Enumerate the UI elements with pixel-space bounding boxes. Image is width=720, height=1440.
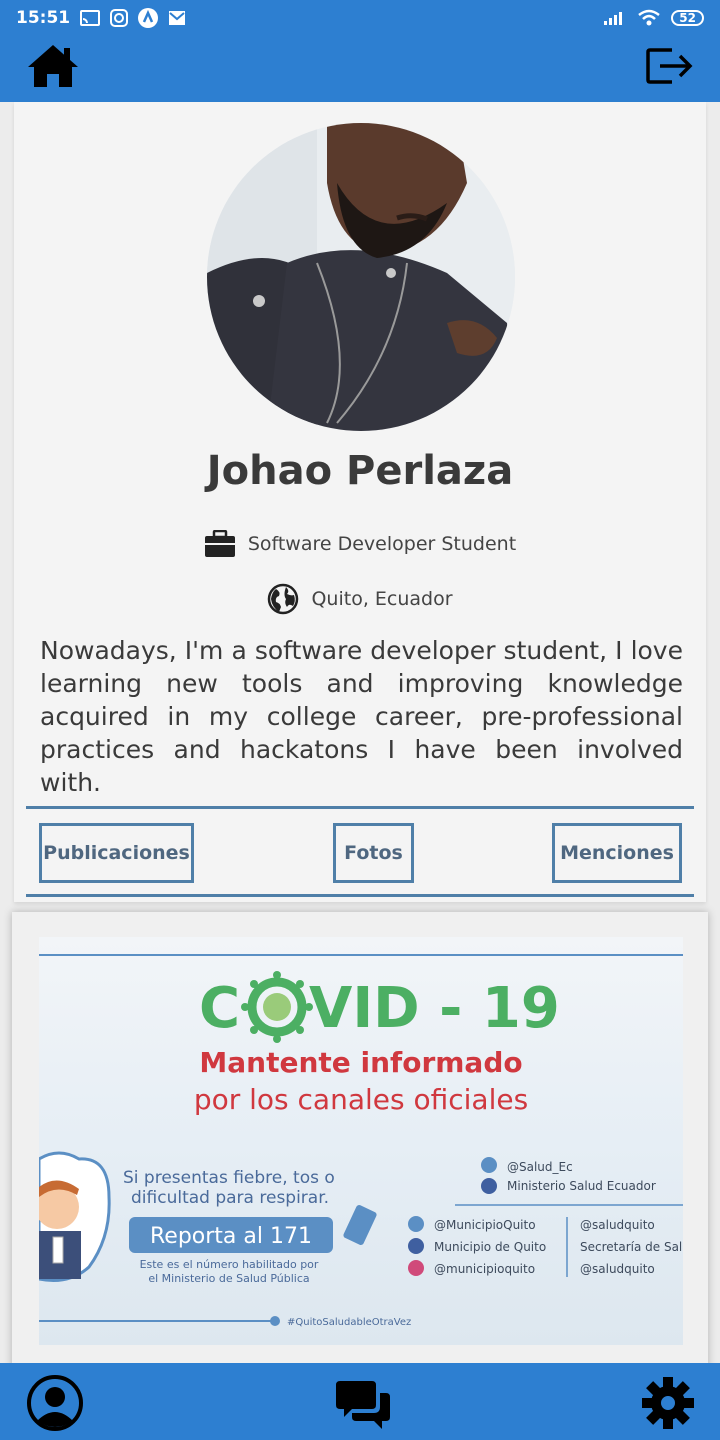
poster-subheadline: por los canales oficiales: [194, 1083, 528, 1116]
twitter-health: @saludquito: [580, 1218, 655, 1232]
covid-title-rest: VID - 19: [309, 976, 560, 1041]
report-label: Reporta al 171: [150, 1224, 312, 1249]
post-card: C VID - 19 Mantente informado por los ca…: [12, 912, 708, 1372]
facebook-city: Municipio de Quito: [434, 1240, 546, 1254]
tab-menciones[interactable]: Menciones: [552, 823, 682, 883]
phone-icon: [343, 1205, 377, 1245]
profile-name: Johao Perlaza: [206, 448, 514, 494]
facebook-icon: [408, 1238, 424, 1254]
child-illustration: [39, 1151, 111, 1282]
instagram-icon: [110, 9, 129, 27]
profile-avatar[interactable]: [207, 123, 515, 431]
instagram-icon: [408, 1260, 424, 1276]
status-bar: 15:51 52: [0, 0, 720, 36]
covid-title-c: C: [199, 976, 240, 1041]
instagram-health: @saludquito: [580, 1262, 655, 1276]
virus-icon: [241, 971, 313, 1043]
home-button[interactable]: [26, 42, 80, 90]
battery-indicator: 52: [671, 10, 704, 26]
nav-profile-button[interactable]: [25, 1375, 85, 1431]
post-image[interactable]: C VID - 19 Mantente informado por los ca…: [39, 937, 683, 1345]
user-circle-icon: [27, 1375, 83, 1431]
report-note-line1: Este es el número habilitado por: [140, 1258, 319, 1271]
mail-icon: [169, 11, 186, 25]
wifi-icon: [638, 9, 661, 26]
logout-icon: [646, 48, 693, 84]
home-icon: [28, 45, 78, 87]
logout-button[interactable]: [644, 42, 696, 90]
profile-photo: [207, 123, 515, 431]
briefcase-icon: [204, 530, 235, 557]
symptoms-line2: dificultad para respirar.: [131, 1188, 329, 1208]
chat-icon: [336, 1381, 390, 1429]
profile-card: Johao Perlaza Software Developer Student…: [14, 102, 706, 902]
occupation-text: Software Developer Student: [247, 533, 517, 555]
symptoms-line1: Si presentas fiebre, tos o: [123, 1168, 335, 1188]
location-row: Quito, Ecuador: [14, 583, 706, 615]
nav-settings-button[interactable]: [638, 1375, 698, 1431]
tabs-top-divider: [26, 806, 694, 809]
cast-icon: [80, 10, 101, 26]
tab-fotos[interactable]: Fotos: [333, 823, 414, 883]
report-note-line2: el Ministerio de Salud Pública: [148, 1272, 309, 1285]
occupation-row: Software Developer Student: [14, 530, 706, 558]
app-bar: [0, 36, 720, 102]
profile-bio: Nowadays, I'm a software developer stude…: [40, 636, 683, 797]
location-text: Quito, Ecuador: [311, 588, 453, 610]
facebook-health: Secretaría de Sal: [580, 1240, 682, 1254]
instagram-city: @municipioquito: [434, 1262, 535, 1276]
signal-icon: [604, 12, 623, 25]
tabs-bottom-divider: [26, 894, 694, 897]
twitter-icon: [481, 1157, 497, 1173]
poster-headline: Mantente informado: [199, 1046, 522, 1079]
facebook-national: Ministerio Salud Ecuador: [507, 1179, 656, 1193]
facebook-icon: [481, 1178, 497, 1194]
twitter-icon: [408, 1216, 424, 1232]
twitter-national: @Salud_Ec: [507, 1160, 573, 1174]
covid-poster: C VID - 19 Mantente informado por los ca…: [39, 954, 683, 1328]
gear-icon: [642, 1377, 694, 1429]
poster-hashtag: #QuitoSaludableOtraVez: [287, 1317, 411, 1328]
twitter-city: @MunicipioQuito: [434, 1218, 536, 1232]
bottom-nav: [0, 1363, 720, 1440]
app-icon: [138, 8, 159, 28]
status-time: 15:51: [16, 8, 71, 28]
tab-publicaciones[interactable]: Publicaciones: [39, 823, 194, 883]
nav-chat-button[interactable]: [334, 1375, 394, 1431]
globe-icon: [268, 583, 299, 615]
